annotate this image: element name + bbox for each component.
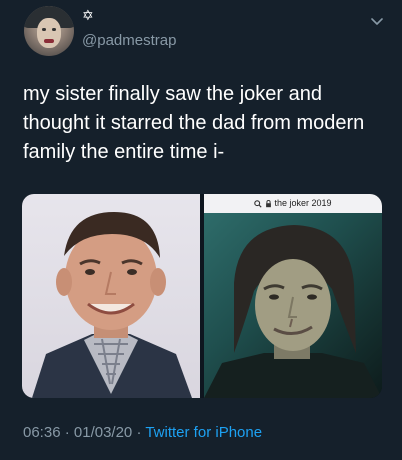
display-name[interactable]: ✡	[82, 7, 94, 23]
joker-portrait	[204, 225, 382, 398]
tweet-date: 01/03/20	[73, 424, 133, 441]
avatar[interactable]	[24, 6, 74, 56]
avatar-face	[37, 18, 61, 48]
tweet-timestamp: 06:36 · 01/03/20 · Twitter for iPhone	[23, 424, 262, 442]
man-portrait	[32, 212, 192, 398]
tweet-text: my sister finally saw the joker and thou…	[23, 83, 365, 163]
avatar-eye	[52, 28, 56, 31]
image-search-bar: the joker 2019	[204, 194, 382, 213]
user-handle[interactable]: @padmestrap	[82, 32, 176, 50]
photo-right[interactable]: the joker 2019	[204, 194, 382, 398]
tweet-media[interactable]: the joker 2019	[22, 194, 382, 398]
search-query: the joker 2019	[274, 198, 332, 208]
avatar-eye	[42, 28, 46, 31]
meta-separator: ·	[60, 424, 74, 441]
avatar-mouth	[44, 39, 54, 43]
joker-scene	[204, 213, 382, 398]
photo-left[interactable]	[22, 194, 200, 398]
tweet-time: 06:36	[23, 424, 61, 441]
search-icon	[254, 199, 263, 208]
meta-separator: ·	[132, 424, 146, 441]
lock-icon	[266, 199, 271, 207]
tweet-source-link[interactable]: Twitter for iPhone	[145, 424, 262, 441]
chevron-down-icon[interactable]	[368, 12, 386, 30]
